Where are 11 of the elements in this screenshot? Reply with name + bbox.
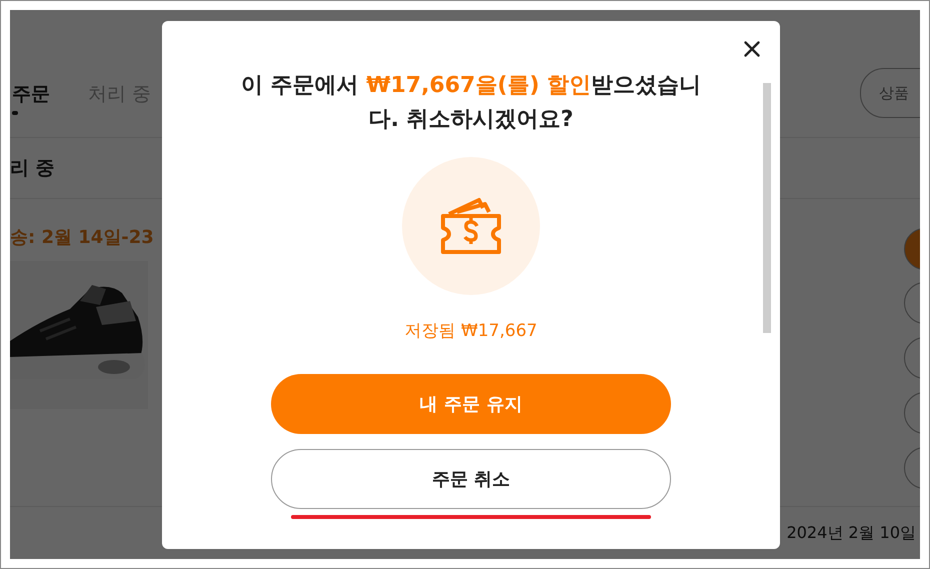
keep-order-button[interactable]: 내 주문 유지	[271, 374, 671, 434]
shipping-date: 송: 2월 14일-23	[10, 226, 155, 249]
section-title: 리 중	[10, 156, 55, 181]
saved-amount: 저장됨 ₩17,667	[404, 320, 538, 342]
order-date: 2024년 2월 10일	[786, 522, 916, 544]
search-button[interactable]: 상품	[860, 68, 920, 118]
tab[interactable]: 주문	[12, 81, 50, 115]
wallet-icon	[439, 196, 503, 256]
cancel-order-button[interactable]: 주문 취소	[271, 449, 671, 509]
scrollbar-thumb[interactable]	[763, 83, 771, 333]
dialog-title: 이 주문에서 ₩17,667을(를) 할인받으셨습니다. 취소하시겠어요?	[240, 72, 702, 134]
